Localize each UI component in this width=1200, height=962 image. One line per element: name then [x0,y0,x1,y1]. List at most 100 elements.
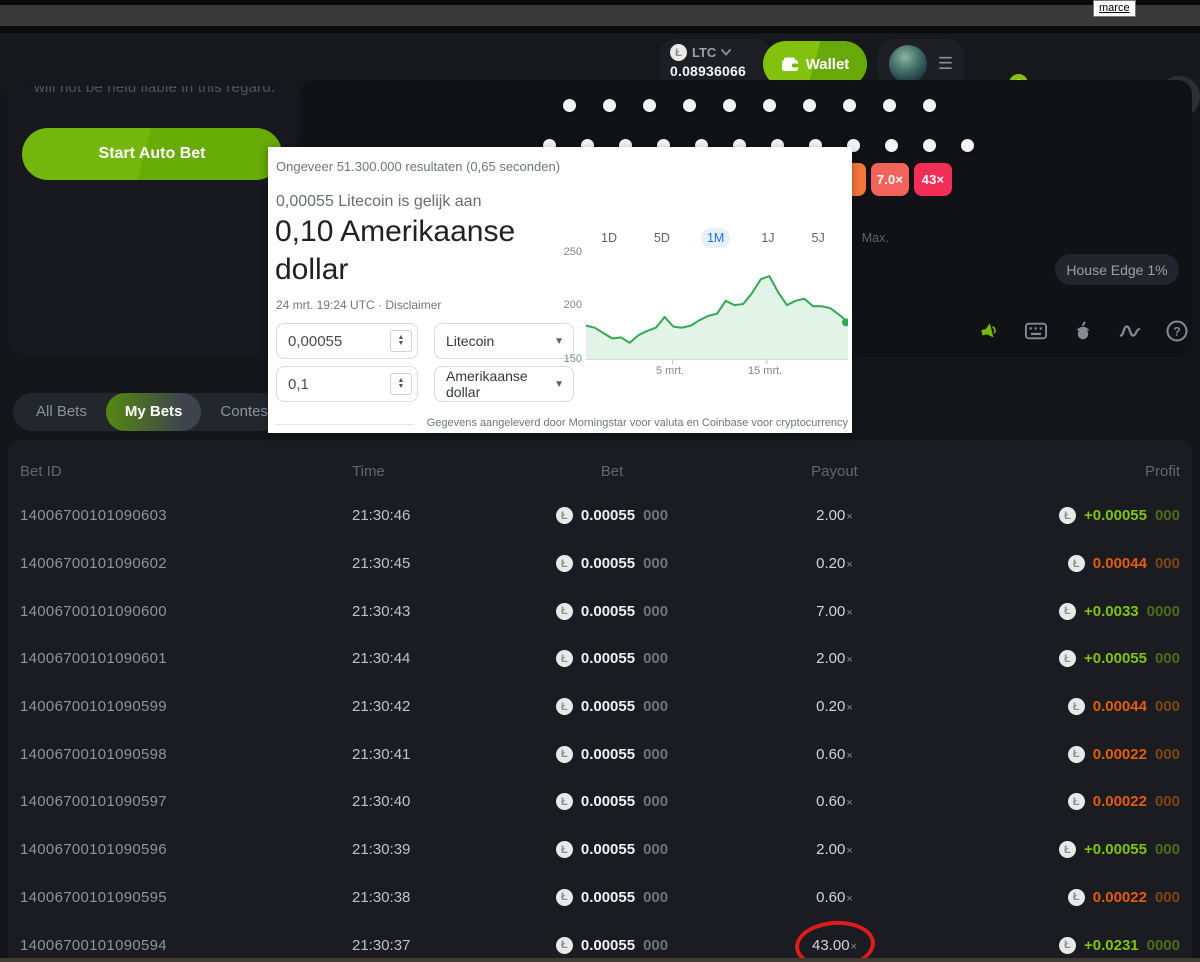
table-row[interactable]: 1400670010109060321:30:46Ł0.000550002.00… [8,492,1192,540]
bet-amount-cell: Ł0.00055000 [502,555,722,572]
litecoin-icon: Ł [556,698,573,715]
payout-multiplier-suffix: × [846,845,852,857]
tab-my-bets[interactable]: My Bets [106,393,202,431]
divider [276,424,414,425]
litecoin-icon: Ł [556,793,573,810]
litecoin-icon: Ł [1059,603,1076,620]
chrome-band [0,5,1200,26]
plinko-peg [961,139,974,152]
profit-amount-trailing-zeros: 000 [1155,650,1180,667]
x-axis-tick: 5 mrt. [656,365,684,377]
currency-to-select[interactable]: Amerikaanse dollar ▼ [434,366,574,402]
game-toolbar: ? [978,320,1188,342]
seed-icon[interactable] [1072,320,1094,342]
table-row[interactable]: 1400670010109059621:30:39Ł0.000550002.00… [8,826,1192,874]
bet-id-cell: 14006700101090602 [20,555,352,572]
profit-amount-trailing-zeros: 000 [1155,889,1180,906]
bet-amount-trailing-zeros: 000 [643,889,668,906]
bet-amount-trailing-zeros: 000 [643,603,668,620]
bet-amount: 0.00055 [581,507,635,524]
litecoin-icon: Ł [1059,650,1076,667]
plinko-peg [923,139,936,152]
profit-amount-trailing-zeros: 000 [1155,793,1180,810]
sound-icon[interactable] [978,320,1000,342]
menu-icon[interactable]: ☰ [938,54,953,74]
table-row[interactable]: 1400670010109059921:30:42Ł0.000550000.20… [8,683,1192,731]
conversion-timestamp: 24 mrt. 19:24 UTC · Disclaimer [276,298,441,312]
profit-amount: 0.00044 [1093,555,1147,572]
col-header-payout: Payout [722,463,947,480]
profit-cell: Ł0.00044000 [947,555,1180,572]
table-row[interactable]: 1400670010109059721:30:40Ł0.000550000.60… [8,778,1192,826]
table-row[interactable]: 1400670010109059421:30:37Ł0.0005500043.0… [8,921,1192,962]
table-row[interactable]: 1400670010109059521:30:38Ł0.000550000.60… [8,874,1192,922]
table-header-row: Bet ID Time Bet Payout Profit [8,440,1192,492]
payout-cell: 0.60× [722,889,947,906]
wallet-balance: 0.08936066 [670,63,762,79]
payout-multiplier-suffix: × [846,559,852,571]
time-cell: 21:30:43 [352,603,502,620]
litecoin-icon: Ł [1068,555,1085,572]
litecoin-icon: Ł [670,44,687,61]
currency-from-value: Litecoin [446,333,494,349]
bet-amount: 0.00055 [581,889,635,906]
chart-range-1m[interactable]: 1M [701,228,730,248]
help-icon[interactable]: ? [1166,320,1188,342]
profit-amount-trailing-zeros: 000 [1155,746,1180,763]
plinko-peg [843,99,856,112]
avatar[interactable] [889,45,927,83]
live-stats-icon[interactable] [1119,320,1141,342]
bet-amount-trailing-zeros: 000 [643,555,668,572]
bet-amount-cell: Ł0.00055000 [502,507,722,524]
tab-all-bets[interactable]: All Bets [17,393,106,431]
chart-range-5j[interactable]: 5J [806,228,831,248]
litecoin-icon: Ł [556,841,573,858]
plinko-peg [563,99,576,112]
chart-range-5d[interactable]: 5D [648,228,676,248]
currency-code: LTC [692,45,716,60]
profit-cell: Ł0.00022000 [947,793,1180,810]
y-axis-tick: 200 [556,299,582,311]
price-chart [586,247,848,360]
table-row[interactable]: 1400670010109060021:30:43Ł0.000550007.00… [8,587,1192,635]
litecoin-icon: Ł [556,746,573,763]
bet-amount: 0.00055 [581,650,635,667]
y-axis-tick: 150 [556,353,582,365]
payout-multiplier-suffix: × [846,750,852,762]
keyboard-icon[interactable] [1025,320,1047,342]
bet-id-cell: 14006700101090597 [20,793,352,810]
number-stepper[interactable]: ▲▼ [390,373,412,395]
table-row[interactable]: 1400670010109060121:30:44Ł0.000550002.00… [8,635,1192,683]
litecoin-icon: Ł [1059,937,1076,954]
table-row[interactable]: 1400670010109059821:30:41Ł0.000550000.60… [8,730,1192,778]
amount-to-input[interactable]: 0,1 ▲▼ [276,366,418,402]
multiplier-bucket: 7.0× [871,163,909,196]
time-cell: 21:30:45 [352,555,502,572]
plinko-peg [643,99,656,112]
start-auto-bet-button[interactable]: Start Auto Bet [22,128,282,180]
bet-amount: 0.00055 [581,555,635,572]
amount-from-input[interactable]: 0,00055 ▲▼ [276,323,418,359]
bet-id-cell: 14006700101090595 [20,889,352,906]
bet-amount: 0.00055 [581,746,635,763]
time-cell: 21:30:42 [352,698,502,715]
chart-range-max[interactable]: Max. [856,228,895,248]
bet-amount-cell: Ł0.00055000 [502,937,722,954]
plinko-peg [683,99,696,112]
number-stepper[interactable]: ▲▼ [390,330,412,352]
time-cell: 21:30:38 [352,889,502,906]
currency-from-select[interactable]: Litecoin ▼ [434,323,574,359]
plinko-peg [803,99,816,112]
profit-amount-trailing-zeros: 000 [1155,841,1180,858]
payout-multiplier-suffix: × [846,702,852,714]
profit-cell: Ł+0.00330000 [947,603,1180,620]
bet-amount-cell: Ł0.00055000 [502,698,722,715]
payout-multiplier: 2.00 [816,841,845,858]
bet-amount: 0.00055 [581,698,635,715]
bet-id-cell: 14006700101090599 [20,698,352,715]
chart-range-1j[interactable]: 1J [755,228,780,248]
table-row[interactable]: 1400670010109060221:30:45Ł0.000550000.20… [8,540,1192,588]
profit-amount: +0.0231 [1084,937,1139,954]
col-header-time: Time [352,463,502,480]
chart-range-1d[interactable]: 1D [595,228,623,248]
